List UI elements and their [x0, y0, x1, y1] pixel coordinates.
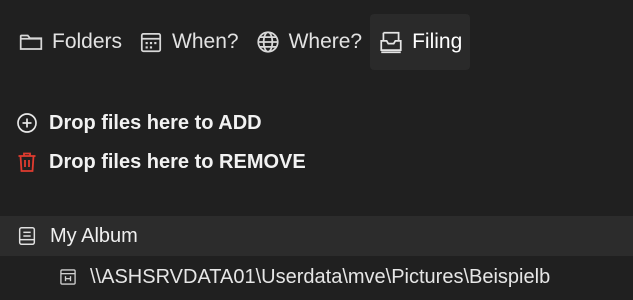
tab-label: Filing [412, 30, 463, 53]
album-name: My Album [50, 224, 138, 247]
album-item[interactable]: My Album [0, 216, 633, 256]
album-folder-path-item[interactable]: \\ASHSRVDATA01\Userdata\mve\Pictures\Bei… [58, 258, 633, 296]
drop-zones: Drop files here to ADD Drop files here t… [15, 108, 306, 177]
filing-panel: Folders When? Where? Filing Drop files h… [0, 0, 633, 300]
drop-remove-target[interactable]: Drop files here to REMOVE [15, 147, 306, 177]
tab-folders[interactable]: Folders [10, 14, 130, 70]
inbox-tray-icon [380, 31, 402, 54]
album-tree: My Album \\ASHSRVDATA01\Userdata\mve\Pic… [0, 212, 633, 300]
tab-label: Where? [288, 30, 363, 53]
drop-remove-label: Drop files here to REMOVE [49, 150, 306, 173]
tab-filing[interactable]: Filing [370, 14, 471, 70]
view-tabbar: Folders When? Where? Filing [10, 14, 471, 70]
calendar-icon [140, 33, 162, 53]
plus-circle-icon [17, 113, 37, 133]
folder-icon [19, 34, 43, 50]
album-icon [18, 227, 36, 245]
globe-icon [256, 31, 279, 53]
album-folder-path: \\ASHSRVDATA01\Userdata\mve\Pictures\Bei… [90, 265, 551, 288]
tab-where[interactable]: Where? [247, 14, 371, 70]
tab-label: Folders [52, 30, 123, 53]
drive-icon [60, 269, 76, 285]
drop-add-label: Drop files here to ADD [49, 111, 262, 134]
drop-add-target[interactable]: Drop files here to ADD [15, 108, 306, 138]
tab-when[interactable]: When? [130, 14, 247, 70]
trash-icon [18, 152, 36, 172]
tab-label: When? [172, 30, 239, 53]
